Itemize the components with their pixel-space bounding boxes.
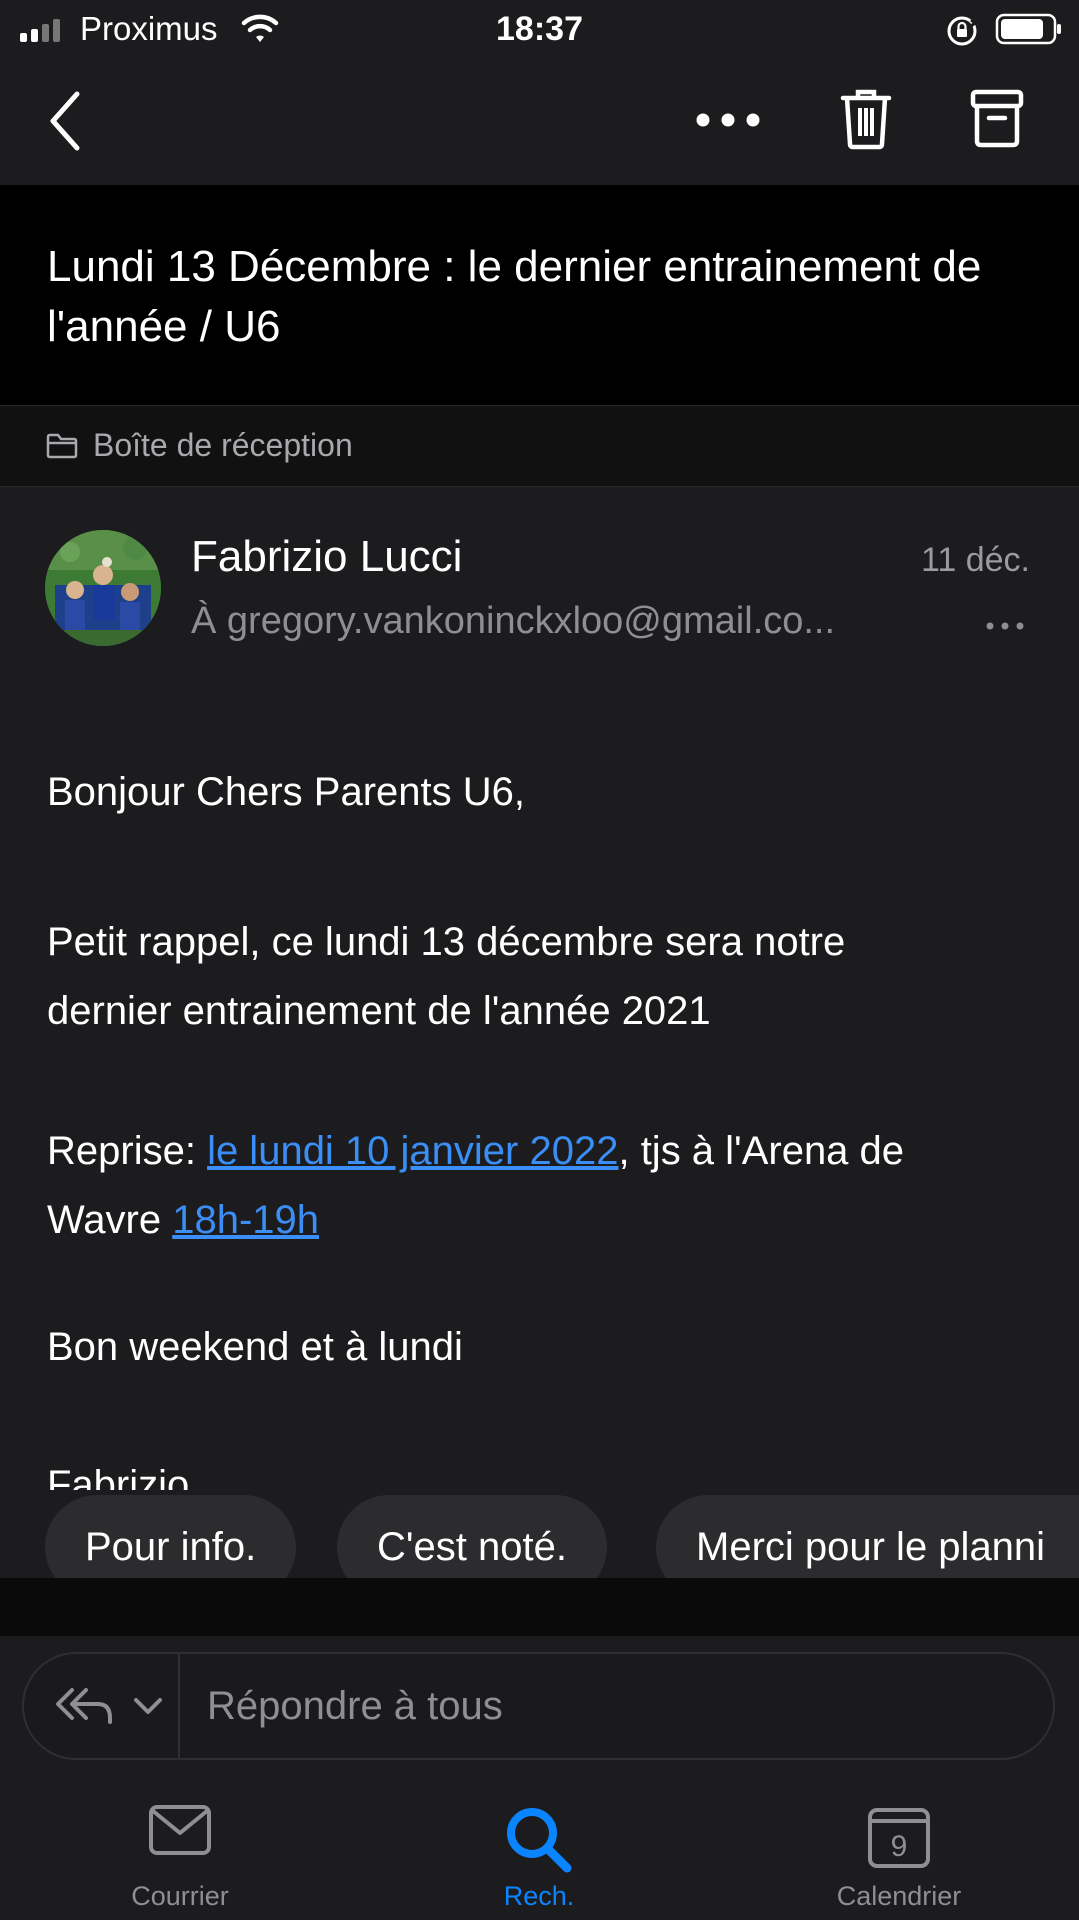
body-signature: Fabrizio [47,1463,190,1490]
reply-all-dropdown[interactable] [54,1684,164,1733]
tab-courrier[interactable]: Courrier [50,1776,310,1920]
date-link[interactable]: le lundi 10 janvier 2022 [207,1129,618,1173]
tab-recherche[interactable]: Rech. [409,1776,669,1920]
body-greeting: Bonjour Chers Parents U6, [47,770,526,814]
time-link[interactable]: 18h-19h [172,1198,319,1242]
status-bar: Proximus 18:37 [0,0,1079,60]
email-date: 11 déc. [920,541,1030,579]
body-text: dernier entrainement de l'année 2021 [47,989,711,1033]
orientation-lock-icon [945,14,979,53]
archive-box-icon [970,89,1024,148]
body-paragraph: Petit rappel, ce lundi 13 décembre sera … [47,908,845,1046]
reply-all-icon [56,1688,162,1724]
more-horizontal-icon [986,622,1024,630]
body-text: Petit rappel, ce lundi 13 décembre sera … [47,920,846,964]
subject-area: Lundi 13 Décembre : le dernier entrainem… [0,185,1079,405]
search-icon [507,1808,572,1873]
chevron-left-icon [50,91,80,151]
delete-button[interactable] [840,88,892,155]
email-subject: Lundi 13 Décembre : le dernier entrainem… [47,242,982,351]
tab-label: Calendrier [836,1881,962,1911]
tab-calendrier[interactable]: 9 Calendrier [769,1776,1029,1920]
reply-bar: Répondre à tous [0,1636,1079,1776]
mail-icon [149,1805,211,1855]
divider [0,1578,1079,1636]
battery-icon [995,12,1065,51]
reply-all-field[interactable]: Répondre à tous [22,1652,1055,1760]
body-closing: Bon weekend et à lundi [47,1325,463,1369]
tab-label: Rech. [503,1881,575,1911]
recipient-line[interactable]: À gregory.vankoninckxloo@gmail.co... [191,600,941,643]
avatar[interactable] [45,530,161,646]
clock: 18:37 [496,10,583,48]
divider [178,1654,180,1758]
reply-placeholder: Répondre à tous [207,1684,503,1728]
folder-bar[interactable]: Boîte de réception [0,405,1079,487]
sender-name[interactable]: Fabrizio Lucci [191,532,462,582]
folder-label: Boîte de réception [93,427,353,463]
body-text: , tjs à l'Arena de [618,1129,905,1173]
email-header: Fabrizio Lucci 11 déc. À gregory.vankoni… [0,486,1079,666]
body-paragraph: Reprise: le lundi 10 janvier 2022, tjs à… [47,1117,904,1255]
trash-icon [840,89,892,150]
more-horizontal-icon [696,113,760,127]
navigation-bar [0,60,1079,185]
folder-icon [46,433,78,464]
tab-label: Courrier [131,1881,229,1911]
body-text: Reprise: [47,1129,208,1173]
back-button[interactable] [45,90,85,157]
body-text: Wavre [47,1198,173,1242]
archive-button[interactable] [970,88,1024,153]
calendar-icon: 9 [868,1808,930,1868]
tab-bar: Courrier Rech. 9 Calendrier [0,1776,1079,1920]
more-button[interactable] [695,112,761,133]
calendar-day-label: 9 [891,1830,908,1863]
recipient-more-button[interactable] [985,618,1025,636]
email-body: Bonjour Chers Parents U6, Petit rappel, … [47,760,1047,1490]
